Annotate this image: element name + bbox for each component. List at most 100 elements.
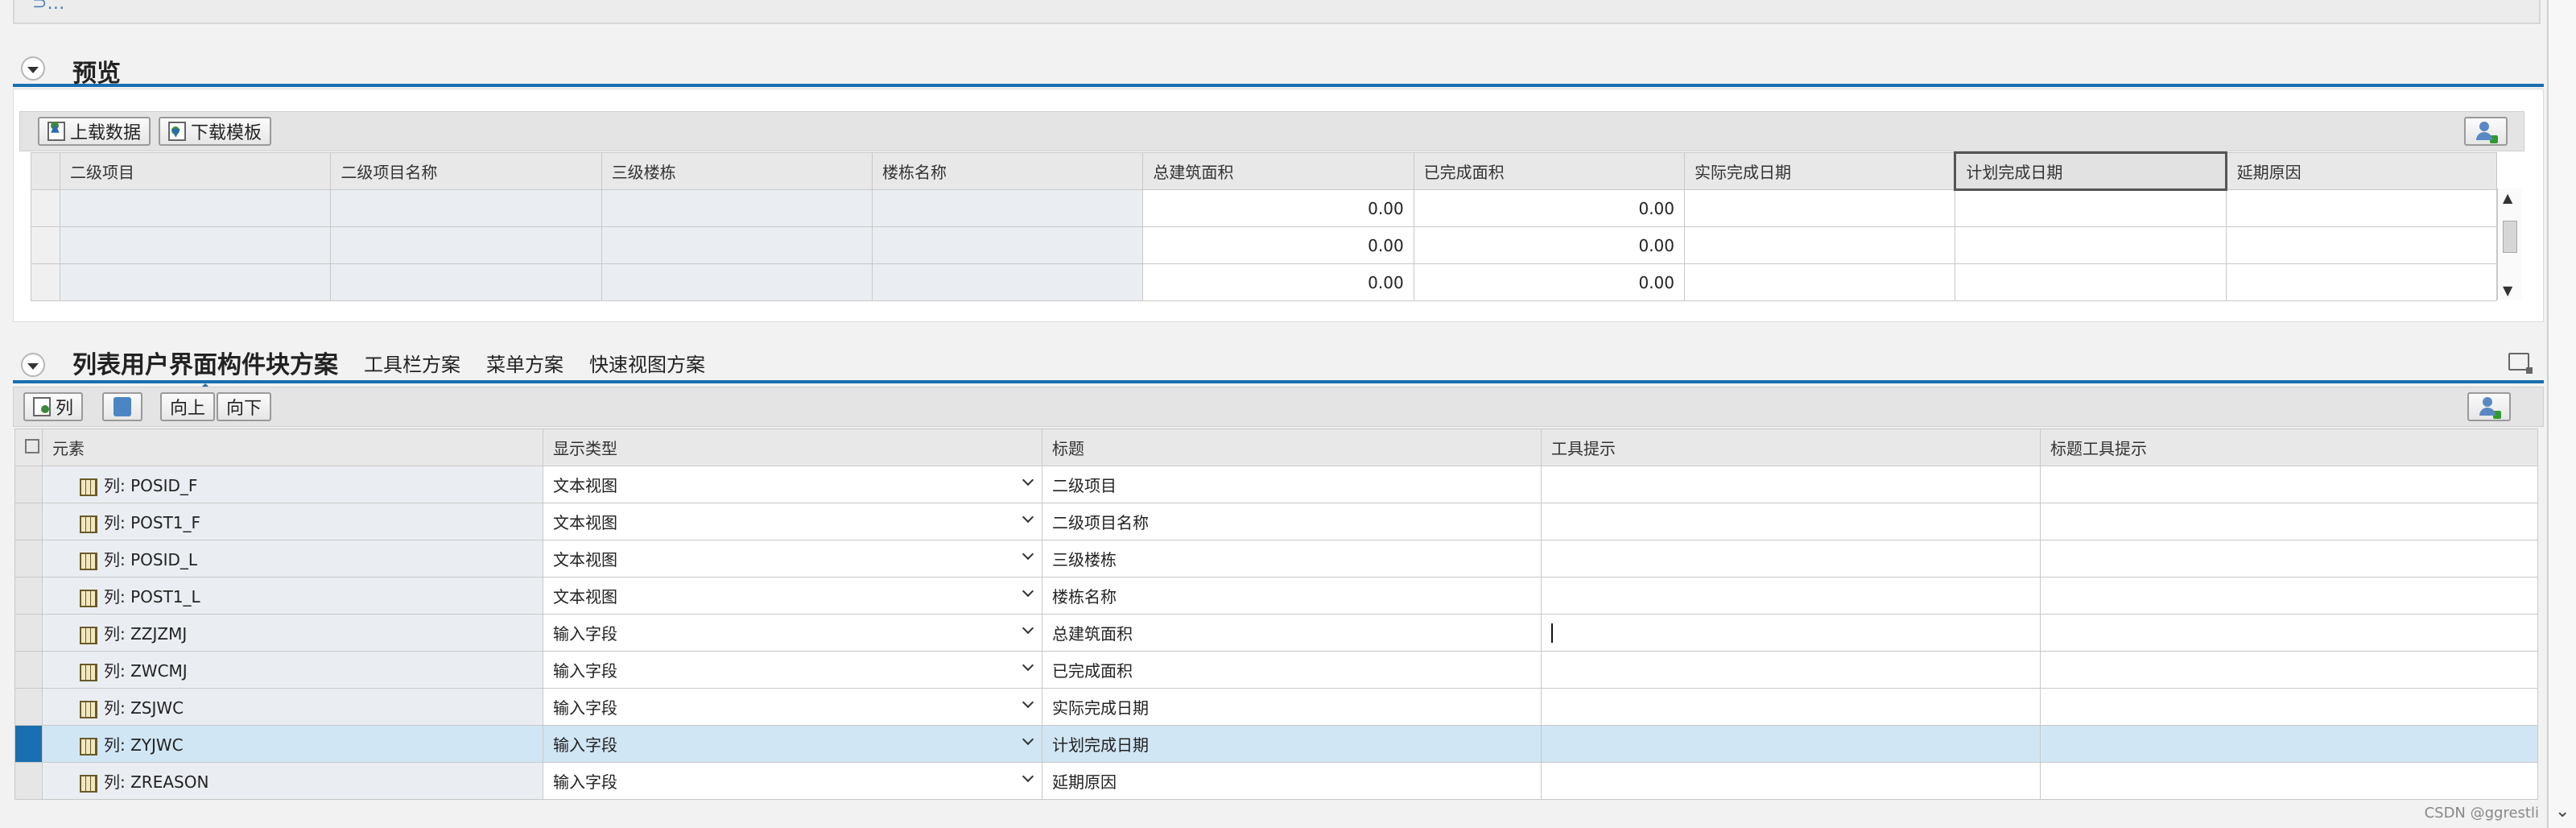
- tooltip-input[interactable]: [1541, 725, 2041, 763]
- display-type-dropdown[interactable]: 文本视图: [543, 503, 1042, 540]
- column-header[interactable]: 二级项目名称: [330, 152, 602, 190]
- tooltip-input[interactable]: [1541, 688, 2041, 726]
- table-cell-input[interactable]: [2225, 226, 2498, 264]
- title-input[interactable]: 二级项目: [1042, 466, 1542, 503]
- column-header[interactable]: 已完成面积: [1413, 152, 1686, 190]
- row-selector[interactable]: [14, 725, 43, 763]
- upload-data-button[interactable]: 上载数据: [38, 117, 151, 146]
- table-row[interactable]: 列: POST1_L 文本视图 楼栋名称: [14, 577, 2538, 615]
- copy-icon[interactable]: [25, 438, 39, 453]
- chevron-down-icon[interactable]: [1022, 511, 1034, 524]
- table-cell-input[interactable]: [1683, 263, 1956, 301]
- scroll-thumb[interactable]: [2503, 221, 2517, 253]
- title-tooltip-input[interactable]: [2040, 577, 2538, 615]
- table-cell-input[interactable]: [1955, 189, 2227, 227]
- title-input[interactable]: 延期原因: [1042, 762, 1542, 800]
- folder-icon[interactable]: [2508, 353, 2533, 374]
- scroll-down-icon[interactable]: ▼: [2503, 283, 2512, 298]
- title-input[interactable]: 楼栋名称: [1042, 577, 1542, 615]
- table-cell-input[interactable]: 0.00: [1413, 189, 1686, 227]
- tooltip-input[interactable]: [1541, 614, 2041, 652]
- move-down-button[interactable]: 向下: [217, 392, 272, 421]
- title-tooltip-input[interactable]: [2040, 725, 2538, 763]
- column-header[interactable]: 三级楼栋: [601, 152, 873, 190]
- tooltip-input[interactable]: [1541, 762, 2041, 800]
- column-header[interactable]: 二级项目: [60, 152, 332, 190]
- title-tooltip-input[interactable]: [2040, 688, 2538, 726]
- title-tooltip-input[interactable]: [2040, 503, 2538, 540]
- display-type-dropdown[interactable]: 输入字段: [543, 614, 1042, 652]
- row-selector[interactable]: [14, 614, 43, 652]
- move-up-button[interactable]: 向上: [160, 392, 216, 421]
- table-row[interactable]: 0.00 0.00: [30, 189, 2498, 227]
- column-header[interactable]: 标题: [1042, 428, 1542, 466]
- page-scrollbar[interactable]: ⌄: [2547, 0, 2576, 828]
- tooltip-input[interactable]: [1541, 503, 2041, 540]
- title-tooltip-input[interactable]: [2040, 540, 2538, 578]
- title-input[interactable]: 已完成面积: [1042, 651, 1542, 689]
- select-all-header[interactable]: [14, 428, 43, 466]
- display-type-dropdown[interactable]: 输入字段: [543, 688, 1042, 726]
- tab-list-ui-building-block[interactable]: 列表用户界面构件块方案: [72, 345, 338, 391]
- title-tooltip-input[interactable]: [2040, 651, 2538, 689]
- chevron-down-icon[interactable]: [1022, 733, 1034, 746]
- display-type-dropdown[interactable]: 输入字段: [543, 762, 1042, 800]
- collapse-list-ui-button[interactable]: [21, 353, 45, 377]
- select-all-header[interactable]: [30, 152, 61, 190]
- display-type-dropdown[interactable]: 输入字段: [543, 725, 1042, 763]
- tooltip-input[interactable]: [1541, 577, 2041, 615]
- scroll-up-icon[interactable]: ▲: [2503, 190, 2512, 205]
- chevron-down-icon[interactable]: [1022, 474, 1034, 486]
- download-template-button[interactable]: 下载模板: [159, 117, 272, 146]
- title-tooltip-input[interactable]: [2040, 614, 2538, 652]
- table-cell-input[interactable]: [1683, 189, 1956, 227]
- add-column-button[interactable]: 列: [23, 392, 84, 421]
- chevron-down-icon[interactable]: [1022, 622, 1034, 635]
- title-tooltip-input[interactable]: [2040, 762, 2538, 800]
- table-row[interactable]: 列: POSID_F 文本视图 二级项目: [14, 466, 2538, 503]
- title-input[interactable]: 实际完成日期: [1042, 688, 1542, 726]
- title-tooltip-input[interactable]: [2040, 466, 2538, 503]
- row-selector[interactable]: [14, 577, 43, 615]
- display-type-dropdown[interactable]: 文本视图: [543, 466, 1042, 503]
- column-header-active[interactable]: 计划完成日期: [1954, 151, 2227, 191]
- row-selector[interactable]: [14, 503, 43, 540]
- row-selector[interactable]: [30, 226, 61, 264]
- chevron-down-icon[interactable]: [1022, 696, 1034, 709]
- chevron-down-icon[interactable]: [1022, 770, 1034, 783]
- personalize-button[interactable]: [2464, 117, 2508, 146]
- title-input[interactable]: 总建筑面积: [1042, 614, 1542, 652]
- column-header[interactable]: 元素: [42, 428, 543, 466]
- tooltip-input[interactable]: [1541, 651, 2041, 689]
- column-header[interactable]: 延期原因: [2225, 152, 2498, 190]
- table-cell-input[interactable]: [1683, 226, 1956, 264]
- title-input[interactable]: 计划完成日期: [1042, 725, 1542, 763]
- tooltip-input[interactable]: [1541, 466, 2041, 503]
- tab-quick-view-scheme[interactable]: 快速视图方案: [589, 349, 705, 377]
- row-selector[interactable]: [30, 263, 61, 301]
- table-cell-input[interactable]: 0.00: [1413, 226, 1686, 264]
- row-selector[interactable]: [14, 688, 43, 726]
- table-cell-input[interactable]: [2225, 189, 2498, 227]
- column-header[interactable]: 总建筑面积: [1142, 152, 1414, 190]
- table-row[interactable]: 列: ZREASON 输入字段 延期原因: [14, 762, 2538, 800]
- collapse-preview-button[interactable]: [21, 56, 45, 81]
- table-row[interactable]: 列: ZZJZMJ 输入字段 总建筑面积: [14, 614, 2538, 652]
- table-row[interactable]: 列: POSID_L 文本视图 三级楼栋: [14, 540, 2538, 578]
- scroll-down-icon[interactable]: ⌄: [2555, 801, 2570, 822]
- row-selector[interactable]: [14, 651, 43, 689]
- table-cell-input[interactable]: 0.00: [1142, 226, 1414, 264]
- display-type-dropdown[interactable]: 输入字段: [543, 651, 1042, 689]
- chevron-down-icon[interactable]: [1022, 585, 1034, 598]
- column-header[interactable]: 楼栋名称: [872, 152, 1144, 190]
- table-cell-input[interactable]: 0.00: [1142, 263, 1414, 301]
- table-cell-input[interactable]: 0.00: [1413, 263, 1686, 301]
- table-cell-input[interactable]: 0.00: [1142, 189, 1414, 227]
- display-type-dropdown[interactable]: 文本视图: [543, 540, 1042, 578]
- table-row[interactable]: 列: ZWCMJ 输入字段 已完成面积: [14, 651, 2538, 689]
- table-cell-input[interactable]: [1955, 263, 2227, 301]
- display-type-dropdown[interactable]: 文本视图: [543, 577, 1042, 615]
- tab-menu-scheme[interactable]: 菜单方案: [486, 349, 564, 377]
- table-row[interactable]: 0.00 0.00: [30, 226, 2498, 264]
- column-header[interactable]: 工具提示: [1541, 428, 2041, 466]
